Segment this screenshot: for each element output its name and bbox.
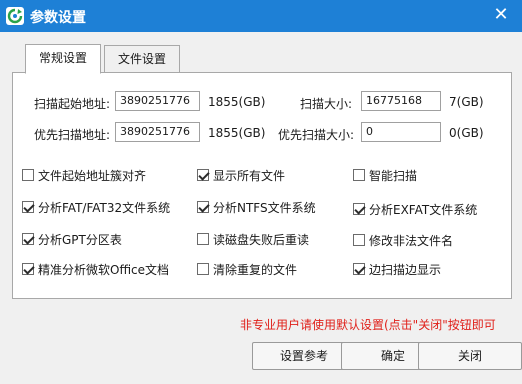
option-label: 分析FAT/FAT32文件系统 <box>38 200 171 215</box>
option-label: 边扫描边显示 <box>369 262 442 277</box>
scan-start-input[interactable]: 3890251776 <box>115 91 200 111</box>
checkbox[interactable] <box>353 234 365 246</box>
option-label: 智能扫描 <box>369 168 418 183</box>
option-label: 精准分析微软Office文档 <box>38 262 170 277</box>
option-label: 分析NTFS文件系统 <box>213 200 316 215</box>
option-label: 文件起始地址簇对齐 <box>38 168 147 183</box>
priority-size-gb: 0(GB) <box>449 126 484 140</box>
option-remove-duplicates[interactable]: 清除重复的文件 <box>197 261 297 277</box>
scan-size-gb: 7(GB) <box>449 95 484 109</box>
priority-start-size: 1855(GB) <box>208 126 266 140</box>
option-ntfs-fs[interactable]: 分析NTFS文件系统 <box>197 199 316 215</box>
checkbox[interactable] <box>197 233 209 245</box>
window-title: 参数设置 <box>30 10 86 26</box>
checkbox[interactable] <box>353 169 365 181</box>
close-icon[interactable]: ✕ <box>490 4 512 26</box>
scan-size-input[interactable]: 16775168 <box>361 91 441 111</box>
checkbox[interactable] <box>22 233 34 245</box>
checkbox[interactable] <box>22 263 34 275</box>
option-reread[interactable]: 读磁盘失败后重读 <box>197 231 309 247</box>
option-fat-fs[interactable]: 分析FAT/FAT32文件系统 <box>22 199 170 215</box>
checkbox[interactable] <box>353 263 365 275</box>
option-smart-scan[interactable]: 智能扫描 <box>353 167 417 183</box>
priority-start-input[interactable]: 3890251776 <box>115 122 200 142</box>
option-label: 分析EXFAT文件系统 <box>369 202 478 217</box>
title-bar: 参数设置 ✕ <box>0 0 522 32</box>
checkbox[interactable] <box>22 201 34 213</box>
default-settings-hint: 非专业用户请使用默认设置(点击"关闭"按钮即可 <box>240 318 496 332</box>
option-exfat-fs[interactable]: 分析EXFAT文件系统 <box>353 201 477 217</box>
checkbox[interactable] <box>197 169 209 181</box>
tab-general-settings[interactable]: 常规设置 <box>25 44 101 74</box>
option-label: 清除重复的文件 <box>213 262 298 277</box>
option-label: 读磁盘失败后重读 <box>213 232 310 247</box>
checkbox[interactable] <box>22 169 34 181</box>
checkbox[interactable] <box>197 263 209 275</box>
priority-start-label: 优先扫描地址: <box>34 128 111 142</box>
option-office-docs[interactable]: 精准分析微软Office文档 <box>22 261 169 277</box>
checkbox[interactable] <box>197 201 209 213</box>
option-show-all-files[interactable]: 显示所有文件 <box>197 167 285 183</box>
option-label: 修改非法文件名 <box>369 233 454 248</box>
checkbox[interactable] <box>353 203 365 215</box>
option-show-while-scan[interactable]: 边扫描边显示 <box>353 261 441 277</box>
refresh-app-icon <box>6 7 24 25</box>
scan-start-size: 1855(GB) <box>208 95 266 109</box>
priority-size-input[interactable]: 0 <box>361 122 441 142</box>
close-button[interactable]: 关闭 <box>418 342 522 370</box>
option-cluster-align[interactable]: 文件起始地址簇对齐 <box>22 167 146 183</box>
priority-size-label: 优先扫描大小: <box>278 128 355 142</box>
scan-start-label: 扫描起始地址: <box>34 97 111 111</box>
option-label: 显示所有文件 <box>213 168 286 183</box>
tab-file-settings[interactable]: 文件设置 <box>104 45 180 74</box>
scan-size-label: 扫描大小: <box>300 97 353 111</box>
option-label: 分析GPT分区表 <box>38 232 122 247</box>
option-gpt[interactable]: 分析GPT分区表 <box>22 231 122 247</box>
option-fix-filename[interactable]: 修改非法文件名 <box>353 232 453 248</box>
